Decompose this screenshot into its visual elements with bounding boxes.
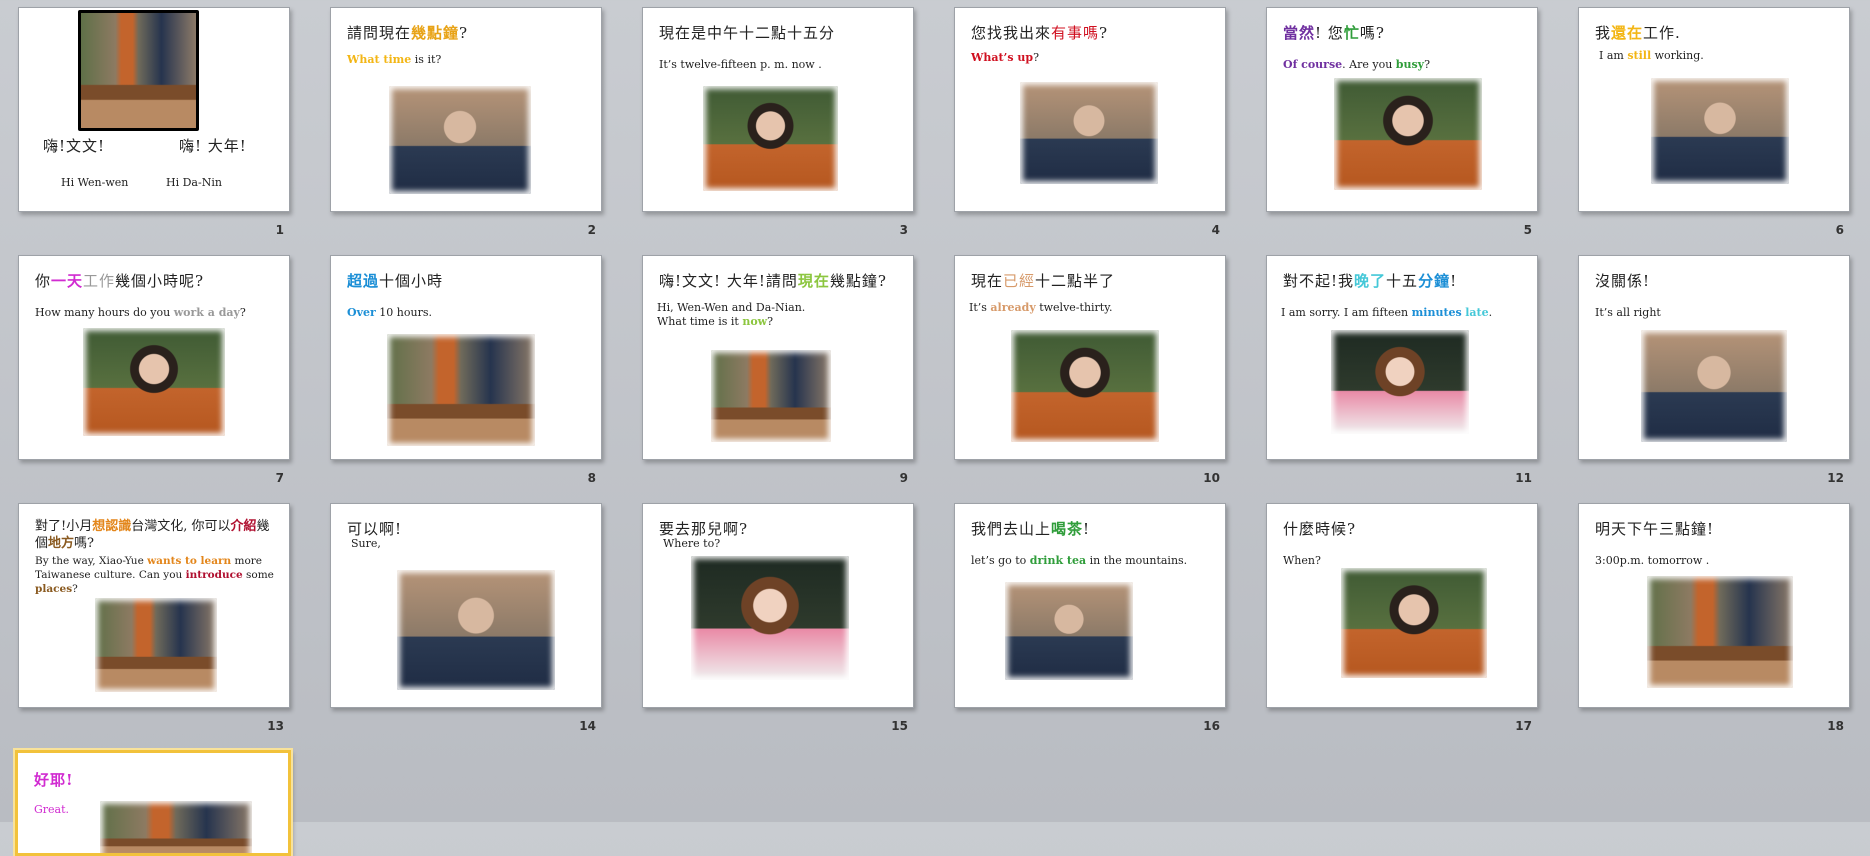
slide-text-zh: 我還在工作. <box>1595 24 1681 42</box>
slide-photo <box>397 570 555 690</box>
slide-number-14: 14 <box>579 719 596 733</box>
slide-thumbnail-12[interactable]: 沒關係! It’s all right <box>1578 255 1850 460</box>
slide-thumbnail-8[interactable]: 超過十個小時 Over 10 hours. <box>330 255 602 460</box>
slide-photo <box>691 556 849 680</box>
slide-number-2: 2 <box>587 223 596 237</box>
slide-text-zh: 當然! 您忙嗎? <box>1283 24 1385 42</box>
slide-number-12: 12 <box>1827 471 1844 485</box>
slide-thumbnail-16[interactable]: 我們去山上喝茶! let’s go to drink tea in the mo… <box>954 503 1226 708</box>
slide-text-en: It’s all right <box>1595 306 1661 319</box>
slide-text-zh: 要去那兒啊? <box>659 520 749 538</box>
slide-text-zh: 嗨!文文! 大年!請問現在幾點鐘? <box>659 272 887 290</box>
slide-photo <box>100 801 252 853</box>
slide-photo <box>1651 78 1789 184</box>
slide-thumbnail-2[interactable]: 請問現在幾點鐘? What time is it? <box>330 7 602 212</box>
slide-text-en: When? <box>1283 554 1321 567</box>
slide-thumbnail-18[interactable]: 明天下午三點鐘! 3:00p.m. tomorrow . <box>1578 503 1850 708</box>
slide-text-en-left: Hi Wen-wen <box>61 176 129 189</box>
slide-text-en-right: Hi Da-Nin <box>166 176 222 189</box>
slide-photo <box>1331 330 1469 434</box>
slide-photo <box>1011 330 1159 442</box>
slide-text-zh: 請問現在幾點鐘? <box>347 24 469 42</box>
slide-photo <box>1020 82 1158 184</box>
slide-number-11: 11 <box>1515 471 1532 485</box>
slide-thumbnail-13[interactable]: 對了!小月想認識台灣文化, 你可以介紹幾個地方嗎? By the way, Xi… <box>18 503 290 708</box>
slide-text-zh: 什麼時候? <box>1283 520 1357 538</box>
slide-text-en: Over 10 hours. <box>347 306 432 319</box>
slide-thumbnail-7[interactable]: 你一天工作幾個小時呢? How many hours do you work a… <box>18 255 290 460</box>
slide-sorter-grid: 嗨!文文! 嗨! 大年! Hi Wen-wen Hi Da-Nin 1 請問現在… <box>0 0 1870 856</box>
slide-text-en: Hi, Wen-Wen and Da-Nian. What time is it … <box>657 301 806 328</box>
slide-photo <box>711 350 831 442</box>
slide-number-1: 1 <box>275 223 284 237</box>
slide-photo <box>83 328 225 436</box>
slide-number-3: 3 <box>899 223 908 237</box>
slide-number-10: 10 <box>1203 471 1220 485</box>
slide-text-en: It’s twelve-fifteen p. m. now . <box>659 58 822 71</box>
slide-text-en: What’s up? <box>971 51 1040 64</box>
slide-number-9: 9 <box>899 471 908 485</box>
slide-text-en: By the way, Xiao-Yue wants to learn more… <box>35 555 274 595</box>
slide-thumbnail-17[interactable]: 什麼時候? When? <box>1266 503 1538 708</box>
slide-photo <box>1005 582 1133 680</box>
slide-text-zh: 對了!小月想認識台灣文化, 你可以介紹幾個地方嗎? <box>35 519 270 551</box>
slide-text-zh: 明天下午三點鐘! <box>1595 520 1715 538</box>
slide-text-en: It’s already twelve-thirty. <box>969 301 1113 314</box>
slide-number-8: 8 <box>587 471 596 485</box>
slide-number-13: 13 <box>267 719 284 733</box>
slide-number-5: 5 <box>1523 223 1532 237</box>
slide-thumbnail-3[interactable]: 現在是中午十二點十五分 It’s twelve-fifteen p. m. no… <box>642 7 914 212</box>
slide-photo <box>703 86 838 191</box>
slide-number-7: 7 <box>275 471 284 485</box>
slide-text-zh-left: 嗨!文文! <box>43 137 106 155</box>
slide-photo <box>389 86 531 194</box>
slide-text-en: Sure, <box>351 537 381 550</box>
slide-text-zh: 超過十個小時 <box>347 272 444 290</box>
slide-thumbnail-11[interactable]: 對不起!我晚了十五分鐘! I am sorry. I am fifteen mi… <box>1266 255 1538 460</box>
slide-thumbnail-19[interactable]: 好耶! Great. <box>15 750 291 856</box>
slide-photo <box>95 598 217 692</box>
slide-thumbnail-15[interactable]: 要去那兒啊? Where to? <box>642 503 914 708</box>
slide-text-zh: 對不起!我晚了十五分鐘! <box>1283 272 1458 290</box>
slide-thumbnail-14[interactable]: 可以啊! Sure, <box>330 503 602 708</box>
slide-text-zh: 沒關係! <box>1595 272 1651 290</box>
slide-thumbnail-6[interactable]: 我還在工作. I am still working. <box>1578 7 1850 212</box>
slide-text-zh: 可以啊! <box>347 520 403 538</box>
slide-thumbnail-10[interactable]: 現在已經十二點半了 It’s already twelve-thirty. <box>954 255 1226 460</box>
slide-number-16: 16 <box>1203 719 1220 733</box>
slide-photo <box>1647 576 1793 688</box>
slide-text-zh: 現在是中午十二點十五分 <box>659 24 836 42</box>
slide-photo <box>1341 568 1487 678</box>
slide-number-18: 18 <box>1827 719 1844 733</box>
slide-text-zh: 我們去山上喝茶! <box>971 520 1091 538</box>
slide-text-zh-right: 嗨! 大年! <box>179 137 247 155</box>
slide-number-17: 17 <box>1515 719 1532 733</box>
slide-photo <box>78 10 199 131</box>
slide-number-15: 15 <box>891 719 908 733</box>
slide-number-4: 4 <box>1211 223 1220 237</box>
slide-text-zh: 您找我出來有事嗎? <box>971 24 1109 42</box>
slide-photo <box>1334 78 1482 190</box>
slide-photo <box>1641 330 1787 442</box>
slide-thumbnail-9[interactable]: 嗨!文文! 大年!請問現在幾點鐘? Hi, Wen-Wen and Da-Nia… <box>642 255 914 460</box>
slide-text-en: I am still working. <box>1599 49 1704 62</box>
slide-text-zh: 好耶! <box>34 771 74 789</box>
slide-text-zh: 現在已經十二點半了 <box>971 272 1116 290</box>
slide-text-en: let’s go to drink tea in the mountains. <box>971 554 1188 567</box>
slide-text-en: Where to? <box>663 537 721 550</box>
slide-text-en: Great. <box>34 803 70 816</box>
slide-number-6: 6 <box>1835 223 1844 237</box>
slide-text-en: What time is it? <box>347 53 442 66</box>
slide-photo <box>387 334 535 446</box>
slide-text-en: How many hours do you work a day? <box>35 306 246 319</box>
slide-thumbnail-5[interactable]: 當然! 您忙嗎? Of course. Are you busy? <box>1266 7 1538 212</box>
slide-text-en: 3:00p.m. tomorrow . <box>1595 554 1710 567</box>
slide-text-zh: 你一天工作幾個小時呢? <box>35 272 205 290</box>
slide-text-en: Of course. Are you busy? <box>1283 58 1430 71</box>
slide-thumbnail-1[interactable]: 嗨!文文! 嗨! 大年! Hi Wen-wen Hi Da-Nin <box>18 7 290 212</box>
slide-thumbnail-4[interactable]: 您找我出來有事嗎? What’s up? <box>954 7 1226 212</box>
slide-text-en: I am sorry. I am fifteen minutes late. <box>1281 306 1493 319</box>
